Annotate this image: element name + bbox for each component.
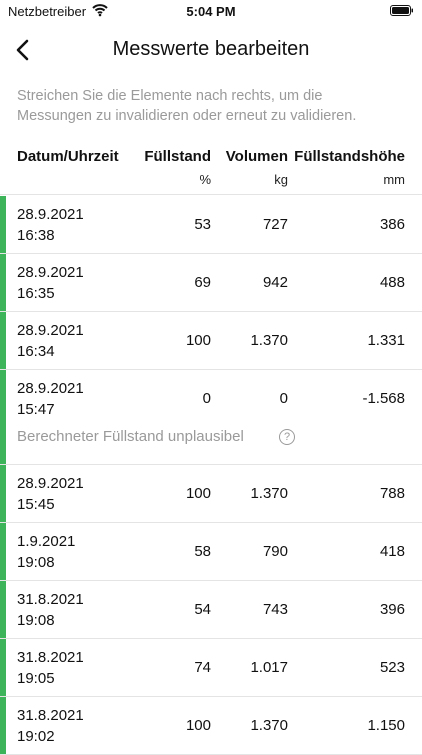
row-fill: 53: [194, 216, 211, 233]
table-row[interactable]: 28.9.2021 16:38 53 727 386: [0, 196, 422, 254]
column-header-volume: Volumen: [225, 148, 288, 165]
row-fill: 58: [194, 543, 211, 560]
table-row[interactable]: 28.9.2021 15:45 100 1.370 788: [0, 465, 422, 523]
valid-indicator: [0, 697, 6, 754]
row-date: 31.8.2021: [17, 707, 84, 724]
table-row[interactable]: 31.8.2021 19:05 74 1.017 523: [0, 639, 422, 697]
row-datetime: 28.9.2021 15:45: [17, 473, 84, 515]
valid-indicator: [0, 523, 6, 580]
navigation-bar: Messwerte bearbeiten: [0, 28, 422, 72]
column-unit-volume: kg: [274, 172, 288, 187]
valid-indicator: [0, 581, 6, 638]
row-height: 788: [379, 485, 405, 502]
row-datetime: 28.9.2021 16:35: [17, 262, 84, 304]
row-time: 15:45: [17, 496, 55, 513]
row-fill: 100: [185, 485, 211, 502]
row-date: 31.8.2021: [17, 591, 84, 608]
row-volume: 0: [279, 390, 288, 407]
row-height: 418: [379, 543, 405, 560]
page-title: Messwerte bearbeiten: [112, 38, 310, 60]
row-height: 488: [379, 274, 405, 291]
row-height: 1.331: [367, 332, 405, 349]
column-header-height: Füllstandshöhe: [294, 148, 405, 165]
row-height: 396: [379, 601, 405, 618]
table-row[interactable]: 28.9.2021 15:47 0 0 -1.568 Berechneter Fü…: [0, 370, 422, 465]
row-datetime: 31.8.2021 19:02: [17, 705, 84, 747]
valid-indicator: [0, 370, 6, 464]
row-volume: 1.017: [250, 659, 288, 676]
table-row[interactable]: 28.9.2021 16:34 100 1.370 1.331: [0, 312, 422, 370]
clock: 5:04 PM: [186, 4, 236, 19]
row-date: 28.9.2021: [17, 475, 84, 492]
row-fill: 54: [194, 601, 211, 618]
row-date: 31.8.2021: [17, 649, 84, 666]
row-fill: 0: [202, 390, 211, 407]
battery-icon: [390, 5, 413, 16]
table-row[interactable]: 1.9.2021 19:08 58 790 418: [0, 523, 422, 581]
column-unit-fill: %: [199, 172, 211, 187]
row-height: 386: [379, 216, 405, 233]
row-volume: 727: [262, 216, 288, 233]
row-volume: 1.370: [250, 485, 288, 502]
row-height: 523: [379, 659, 405, 676]
row-time: 16:35: [17, 285, 55, 302]
status-bar: Netzbetreiber 5:04 PM: [0, 0, 422, 22]
row-height: 1.150: [367, 717, 405, 734]
row-fill: 100: [185, 332, 211, 349]
row-fill: 74: [194, 659, 211, 676]
row-date: 28.9.2021: [17, 380, 84, 397]
row-datetime: 1.9.2021 19:08: [17, 531, 75, 573]
table-row[interactable]: 28.9.2021 16:35 69 942 488: [0, 254, 422, 312]
row-time: 19:02: [17, 728, 55, 745]
row-datetime: 31.8.2021 19:08: [17, 589, 84, 631]
column-unit-height: mm: [383, 172, 405, 187]
valid-indicator: [0, 254, 6, 311]
valid-indicator: [0, 196, 6, 253]
column-header-fill: Füllstand: [144, 148, 211, 165]
row-volume: 1.370: [250, 717, 288, 734]
table-row[interactable]: 31.8.2021 19:02 100 1.370 1.150: [0, 697, 422, 755]
table-row[interactable]: 31.8.2021 19:08 54 743 396: [0, 581, 422, 639]
question-circle-icon[interactable]: ?: [279, 429, 295, 445]
row-time: 15:47: [17, 401, 55, 418]
row-time: 16:38: [17, 227, 55, 244]
row-fill: 69: [194, 274, 211, 291]
row-date: 1.9.2021: [17, 533, 76, 550]
row-fill: 100: [185, 717, 211, 734]
swipe-hint: Streichen Sie die Elemente nach rechts, …: [17, 88, 357, 124]
row-height: -1.568: [362, 390, 405, 407]
row-datetime: 28.9.2021 15:47: [17, 378, 84, 420]
column-header-date: Datum/Uhrzeit: [17, 148, 119, 165]
table-header: Datum/Uhrzeit Füllstand Volumen Füllstan…: [0, 146, 422, 195]
row-volume: 942: [262, 274, 288, 291]
implausible-warning: Berechneter Füllstand unplausibel: [17, 428, 244, 445]
row-time: 19:05: [17, 670, 55, 687]
row-date: 28.9.2021: [17, 322, 84, 339]
row-time: 19:08: [17, 554, 55, 571]
row-volume: 743: [262, 601, 288, 618]
row-date: 28.9.2021: [17, 206, 84, 223]
row-time: 19:08: [17, 612, 55, 629]
row-volume: 790: [262, 543, 288, 560]
row-date: 28.9.2021: [17, 264, 84, 281]
row-datetime: 31.8.2021 19:05: [17, 647, 84, 689]
row-time: 16:34: [17, 343, 55, 360]
row-volume: 1.370: [250, 332, 288, 349]
row-datetime: 28.9.2021 16:34: [17, 320, 84, 362]
row-datetime: 28.9.2021 16:38: [17, 204, 84, 246]
measurement-list: 28.9.2021 16:38 53 727 386 28.9.2021 16:35…: [0, 196, 422, 755]
valid-indicator: [0, 312, 6, 369]
valid-indicator: [0, 465, 6, 522]
valid-indicator: [0, 639, 6, 696]
